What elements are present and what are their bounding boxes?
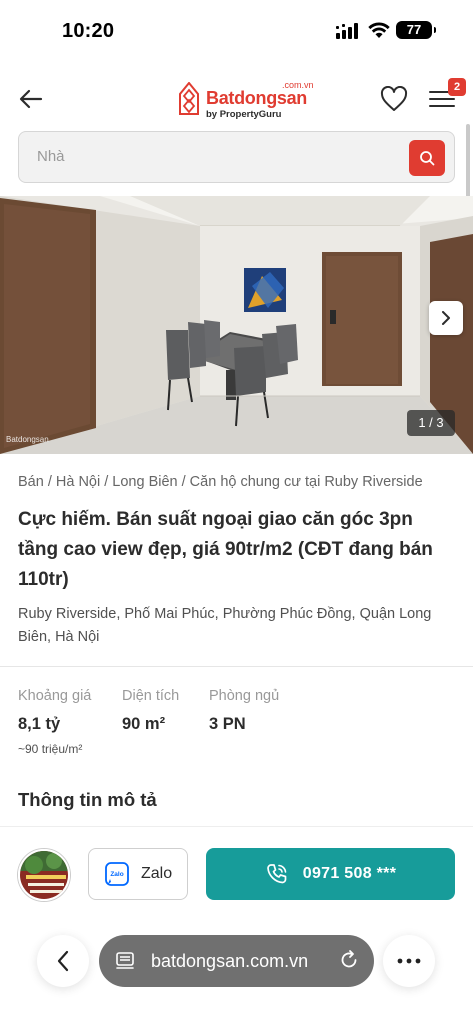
breadcrumb[interactable]: Bán / Hà Nội / Long Biên / Căn hộ chung …: [18, 474, 468, 490]
photo-counter: 1 / 3: [407, 410, 455, 436]
notification-badge: 2: [448, 78, 466, 96]
stat-price-value: 8,1 tỷ: [18, 715, 61, 733]
status-bar: 10:20 77: [0, 0, 473, 62]
search-input[interactable]: Nhà: [37, 132, 65, 182]
zalo-label: Zalo: [141, 865, 173, 882]
arrow-left-icon: [19, 89, 43, 109]
search-bar: Nhà: [18, 131, 455, 183]
logo-mark-icon: [179, 82, 199, 115]
svg-text:Zalo: Zalo: [110, 871, 123, 878]
listing-title: Cực hiếm. Bán suất ngoại giao căn góc 3p…: [18, 509, 433, 590]
stat-bedrooms-value: 3 PN: [209, 715, 246, 733]
stat-area-value: 90 m²: [122, 715, 166, 733]
browser-toolbar: batdongsan.com.vn: [0, 930, 473, 1024]
browser-url: batdongsan.com.vn: [151, 951, 309, 971]
wifi-icon: [368, 22, 390, 44]
listing-photo-gallery[interactable]: 1 / 3 Batdongsan: [0, 196, 473, 454]
reload-icon[interactable]: [338, 949, 360, 971]
listing-photo: [0, 196, 473, 454]
stat-price-label: Khoảng giá: [18, 688, 92, 704]
logo-name: Batdongsan: [206, 88, 308, 108]
site-header: Batdongsan .com.vn by PropertyGuru: [0, 70, 473, 128]
browser-more-button[interactable]: [383, 935, 435, 987]
logo-subtitle: by PropertyGuru: [206, 109, 282, 120]
reader-mode-icon[interactable]: [115, 951, 135, 971]
browser-back-button[interactable]: [37, 935, 89, 987]
battery-indicator: 77: [396, 21, 436, 39]
save-favorite-button[interactable]: [380, 85, 408, 112]
heart-icon: [380, 85, 408, 111]
search-button[interactable]: [409, 140, 445, 176]
agent-avatar[interactable]: [18, 849, 70, 901]
stat-price: Khoảng giá 8,1 tỷ ~90 triệu/m²: [18, 688, 91, 756]
browser-address-bar[interactable]: batdongsan.com.vn: [99, 935, 374, 987]
next-photo-button[interactable]: [429, 301, 463, 335]
status-time: 10:20: [62, 20, 115, 42]
search-icon: [420, 151, 435, 166]
cellular-signal-icon: [336, 23, 362, 44]
photo-watermark: Batdongsan: [6, 435, 49, 444]
section-divider: [0, 666, 473, 667]
stat-area-label: Diện tích: [122, 688, 180, 704]
chevron-right-icon: [442, 311, 450, 325]
zalo-icon: Zalo: [105, 862, 129, 886]
description-heading: Thông tin mô tả: [18, 789, 157, 810]
agent-avatar-image: [20, 851, 68, 899]
stat-bedrooms: Phòng ngủ 3 PN: [209, 688, 279, 734]
phone-number-label: 0971 508 ***: [302, 865, 397, 882]
call-phone-button[interactable]: 0971 508 ***: [206, 848, 455, 900]
listing-address: Ruby Riverside, Phố Mai Phúc, Phường Phú…: [18, 606, 432, 645]
stat-bedrooms-label: Phòng ngủ: [209, 688, 280, 704]
phone-icon: [266, 864, 287, 884]
batdongsan-logo[interactable]: Batdongsan .com.vn by PropertyGuru: [178, 80, 314, 120]
page-scrollbar[interactable]: [466, 124, 470, 206]
more-dots-icon: [397, 958, 421, 964]
zalo-button[interactable]: Zalo Zalo: [88, 848, 188, 900]
chevron-left-icon: [57, 950, 69, 972]
stat-area: Diện tích 90 m²: [122, 688, 179, 734]
back-button[interactable]: [18, 86, 44, 112]
logo-domain: .com.vn: [282, 80, 314, 90]
stat-price-per-m2: ~90 triệu/m²: [18, 742, 83, 756]
